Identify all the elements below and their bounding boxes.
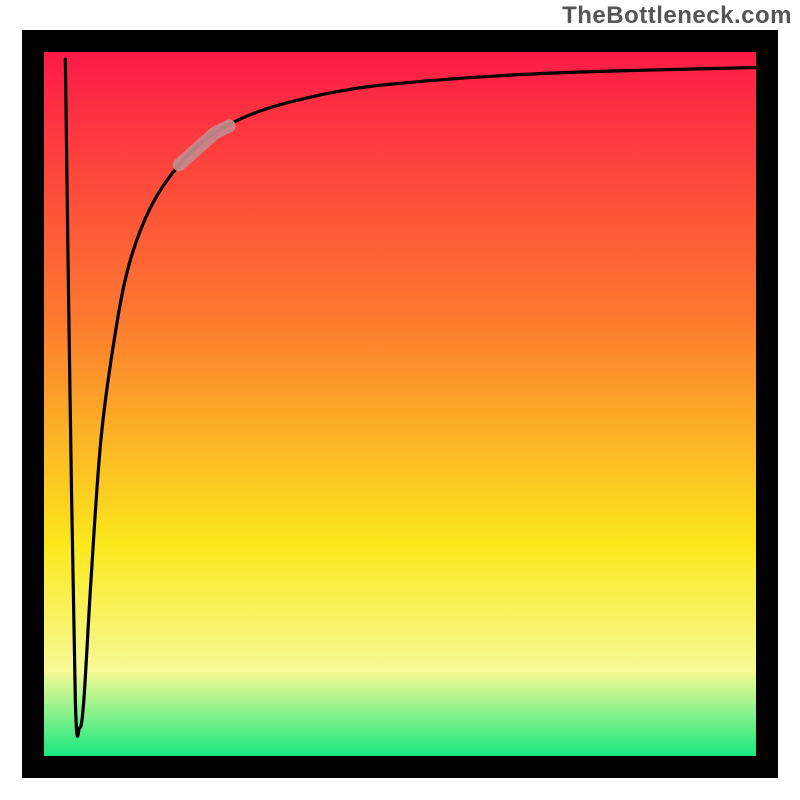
bottleneck-chart — [0, 0, 800, 800]
watermark-text: TheBottleneck.com — [562, 2, 792, 30]
plot-background — [44, 52, 756, 756]
chart-stage: TheBottleneck.com — [0, 0, 800, 800]
